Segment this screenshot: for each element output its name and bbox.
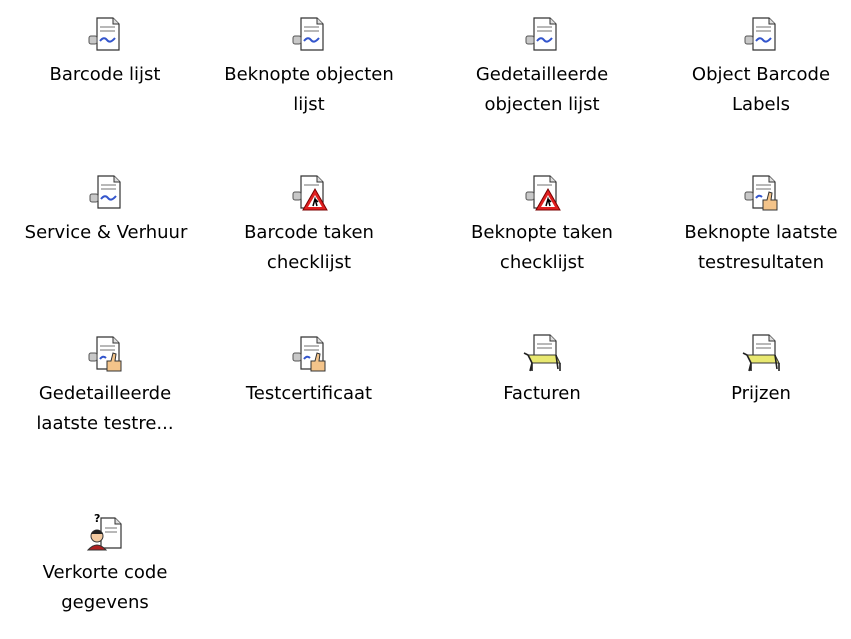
- report-label: Prijzen: [731, 383, 791, 404]
- report-thumbsup-icon: [744, 175, 778, 211]
- report-icon: [88, 17, 120, 51]
- report-label: Beknopte laatste testresultaten: [684, 222, 838, 273]
- report-item-service-verhuur[interactable]: Service & Verhuur: [7, 172, 205, 248]
- report-label: Testcertificaat: [245, 383, 373, 404]
- report-item-object-barcode-labels[interactable]: Object Barcode Labels: [669, 14, 851, 120]
- report-label: Gedetailleerde laatste testre...: [36, 383, 174, 434]
- report-label: Facturen: [503, 383, 581, 404]
- report-item-gedetailleerde-objecten-lijst[interactable]: Gedetailleerde objecten lijst: [450, 14, 634, 120]
- report-thumbsup-icon: [88, 336, 122, 372]
- report-label: Verkorte code gegevens: [42, 562, 168, 613]
- report-icon: [744, 17, 776, 51]
- report-item-gedetailleerde-laatste-testresultaten[interactable]: Gedetailleerde laatste testre...: [13, 333, 197, 439]
- report-label: Gedetailleerde objecten lijst: [475, 64, 609, 115]
- report-item-beknopte-objecten-lijst[interactable]: Beknopte objecten lijst: [217, 14, 401, 120]
- report-icon: [89, 175, 121, 209]
- report-item-prijzen[interactable]: Prijzen: [669, 333, 851, 409]
- report-label: Object Barcode Labels: [691, 64, 831, 115]
- report-warning-icon: [292, 175, 328, 211]
- svg-text:?: ?: [94, 512, 100, 525]
- report-item-barcode-lijst[interactable]: Barcode lijst: [13, 14, 197, 90]
- report-item-testcertificaat[interactable]: Testcertificaat: [217, 333, 401, 409]
- report-icon: [525, 17, 557, 51]
- report-item-facturen[interactable]: Facturen: [450, 333, 634, 409]
- report-thumbsup-icon: [292, 336, 326, 372]
- report-item-beknopte-taken-checklijst[interactable]: Beknopte taken checklijst: [450, 172, 634, 278]
- report-label: Beknopte taken checklijst: [471, 222, 613, 273]
- report-warning-icon: [525, 175, 561, 211]
- report-label: Beknopte objecten lijst: [224, 64, 394, 115]
- report-item-verkorte-code-gegevens[interactable]: ? Verkorte code gegevens: [13, 512, 197, 618]
- report-table-icon: [742, 334, 780, 372]
- report-label: Service & Verhuur: [24, 222, 188, 243]
- report-icon: [292, 17, 324, 51]
- report-icon-grid: Barcode lijst Beknopte objecten lijst Ge…: [0, 0, 851, 639]
- report-item-barcode-taken-checklijst[interactable]: Barcode taken checklijst: [217, 172, 401, 278]
- report-table-icon: [523, 334, 561, 372]
- report-person-icon: ?: [86, 512, 122, 551]
- report-item-beknopte-laatste-testresultaten[interactable]: Beknopte laatste testresultaten: [669, 172, 851, 278]
- report-label: Barcode lijst: [49, 64, 161, 85]
- report-label: Barcode taken checklijst: [244, 222, 374, 273]
